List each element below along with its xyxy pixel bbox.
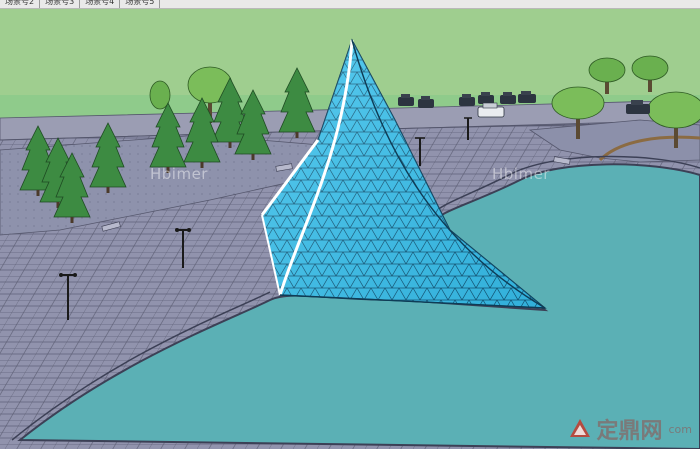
brand-logo-icon: [570, 419, 591, 437]
scene-tab-3[interactable]: 场景号3: [40, 0, 81, 8]
model-viewport[interactable]: [0, 9, 700, 449]
scene-tab-5[interactable]: 场景号5: [120, 0, 161, 8]
brand-name: 定鼎网: [596, 419, 663, 444]
scene-tab-bar: 场景号2 场景号3 场景号4 场景号5: [0, 0, 700, 9]
scene-tab-4[interactable]: 场景号4: [80, 0, 121, 8]
brand-domain: com: [668, 422, 693, 436]
watermark-text: Hbimer: [150, 165, 208, 183]
brand-watermark: 定鼎网 com: [568, 413, 692, 445]
scene-tab-2[interactable]: 场景号2: [0, 0, 41, 8]
watermark-text: Hbimer: [492, 165, 550, 183]
